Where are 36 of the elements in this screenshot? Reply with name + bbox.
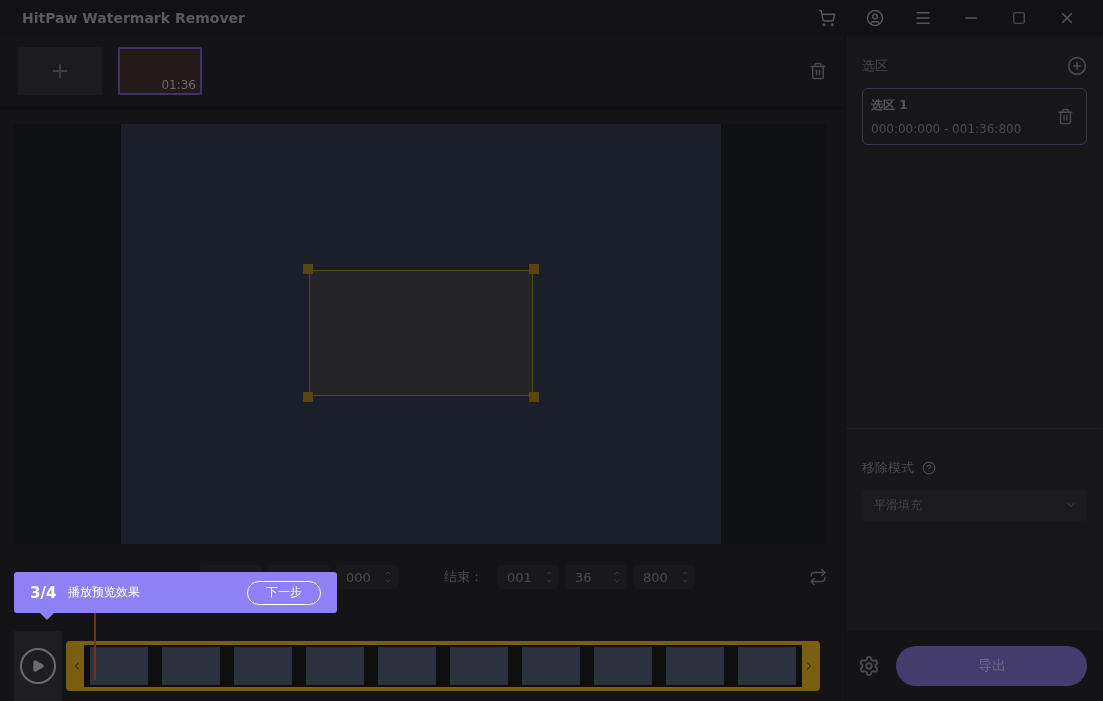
video-duration: 01:36 xyxy=(161,78,196,92)
maximize-icon[interactable] xyxy=(1012,11,1026,25)
play-button[interactable] xyxy=(14,631,62,701)
frame-thumbnail xyxy=(90,647,148,685)
delete-icon[interactable] xyxy=(1057,108,1074,125)
spinner-icon[interactable] xyxy=(681,569,689,585)
help-icon[interactable] xyxy=(922,461,936,475)
frame-thumbnail xyxy=(594,647,652,685)
selection-name: 选区 1 xyxy=(871,97,909,114)
frame-thumbnail xyxy=(738,647,796,685)
resize-handle[interactable] xyxy=(529,392,539,402)
video-thumbnail[interactable]: 01:36 xyxy=(118,47,202,95)
frame-thumbnail xyxy=(306,647,364,685)
selection-rectangle[interactable] xyxy=(309,270,533,396)
resize-handle[interactable] xyxy=(303,392,313,402)
window-title: HitPaw Watermark Remover xyxy=(22,10,246,26)
frame-thumbnail xyxy=(378,647,436,685)
spinner-icon[interactable] xyxy=(384,569,392,585)
frame-thumbnail xyxy=(450,647,508,685)
resize-handle[interactable] xyxy=(303,264,313,274)
play-icon[interactable] xyxy=(31,659,45,673)
swap-icon[interactable] xyxy=(809,568,827,586)
settings-icon[interactable] xyxy=(858,655,880,677)
spinner-icon[interactable] xyxy=(613,569,621,585)
resize-handle[interactable] xyxy=(529,264,539,274)
guide-text: 播放预览效果 xyxy=(68,584,142,601)
delete-icon[interactable] xyxy=(809,62,827,80)
frame-thumbnail xyxy=(522,647,580,685)
step-counter: 3/4 xyxy=(30,583,57,602)
timeline-strip[interactable] xyxy=(66,641,820,691)
frame-thumbnail xyxy=(162,647,220,685)
frame-thumbnail xyxy=(666,647,724,685)
add-media-button[interactable] xyxy=(18,47,102,95)
add-icon[interactable] xyxy=(1067,56,1087,76)
frame-thumbnail xyxy=(234,647,292,685)
spinner-icon[interactable] xyxy=(545,569,553,585)
